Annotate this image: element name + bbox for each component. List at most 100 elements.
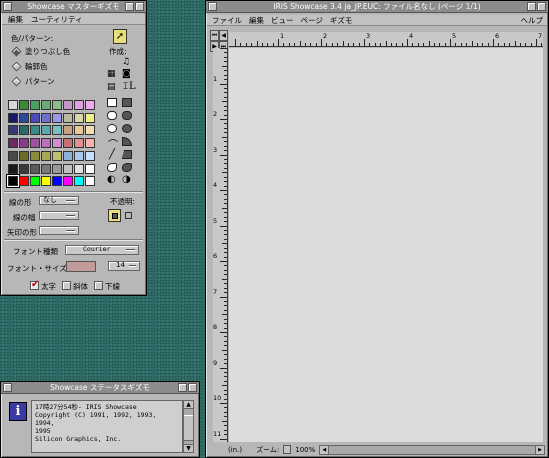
maximize-button[interactable] (135, 2, 144, 11)
polygon-filled-tool[interactable] (122, 150, 132, 159)
status-scrollbar[interactable]: ▲ ▼ (183, 400, 194, 453)
color-swatch[interactable] (8, 112, 18, 123)
arrow-select-tool[interactable]: ➚ (113, 29, 127, 44)
color-swatch[interactable] (74, 100, 84, 110)
color-swatch[interactable] (8, 100, 18, 110)
camera-tool-icon[interactable]: ◙ (122, 69, 131, 79)
color-swatch[interactable] (8, 125, 18, 136)
window-menu-button[interactable] (3, 383, 12, 392)
menu-utility[interactable]: ユーティリティ (31, 14, 83, 25)
minimize-button[interactable] (125, 2, 134, 11)
color-swatch[interactable] (85, 163, 95, 174)
color-swatch[interactable] (63, 150, 73, 161)
prev-page-icon[interactable]: ◀ (219, 30, 228, 41)
freeform-filled-tool[interactable] (122, 163, 132, 172)
freeform-tool[interactable] (107, 163, 117, 172)
color-swatch[interactable] (85, 125, 95, 136)
color-swatch[interactable] (63, 112, 73, 123)
scroll-thumb[interactable] (184, 415, 193, 441)
color-swatch[interactable] (74, 138, 84, 149)
color-swatch[interactable] (30, 100, 40, 110)
spline-filled-tool-icon[interactable]: ◑ (122, 174, 131, 185)
border-color-option[interactable]: 輪郭色 (11, 61, 48, 72)
italic-checkbox[interactable] (62, 281, 71, 290)
color-swatch[interactable] (52, 163, 62, 174)
pattern-option[interactable]: パターン (11, 76, 55, 87)
color-swatch[interactable] (30, 112, 40, 123)
scroll-right-arrow-icon[interactable]: ▶ (535, 445, 544, 454)
menu-edit[interactable]: 編集 (8, 14, 23, 25)
selected-color-swatch[interactable] (7, 175, 19, 188)
color-swatch[interactable] (52, 138, 62, 149)
color-swatch[interactable] (41, 176, 51, 187)
color-swatch[interactable] (52, 125, 62, 136)
color-swatch[interactable] (85, 176, 95, 187)
minimize-button[interactable] (178, 383, 187, 392)
main-titlebar[interactable]: IRIS Showcase 3.4 ja_JP.EUC: ファイル名なし (ペー… (206, 1, 548, 13)
text-tool-icon[interactable]: 𝙸L (122, 81, 136, 92)
color-swatch[interactable] (41, 163, 51, 174)
color-swatch[interactable] (74, 163, 84, 174)
color-swatch[interactable] (52, 176, 62, 187)
arrow-style-dropdown[interactable] (39, 226, 79, 235)
color-swatch[interactable] (74, 112, 84, 123)
horizontal-scrollbar[interactable]: ◀ ▶ (319, 444, 545, 455)
color-swatch[interactable] (30, 150, 40, 161)
maximize-button[interactable] (188, 383, 197, 392)
color-swatch[interactable] (63, 138, 73, 149)
menu-file[interactable]: ファイル (212, 15, 242, 26)
color-swatch[interactable] (85, 150, 95, 161)
spline-tool-icon[interactable]: ◐ (107, 174, 116, 185)
underline-checkbox[interactable] (94, 281, 103, 290)
color-swatch[interactable] (74, 176, 84, 187)
color-swatch[interactable] (74, 150, 84, 161)
color-swatch[interactable] (30, 125, 40, 136)
color-swatch[interactable] (19, 125, 29, 136)
menu-view[interactable]: ビュー (271, 15, 294, 26)
color-swatch[interactable] (41, 125, 51, 136)
rect-filled-tool[interactable] (122, 98, 132, 107)
color-swatch[interactable] (30, 176, 40, 187)
color-swatch[interactable] (8, 138, 18, 149)
line-style-dropdown[interactable]: なし (39, 196, 79, 205)
color-swatch[interactable] (85, 100, 95, 110)
menu-help[interactable]: ヘルプ (521, 15, 544, 26)
color-swatch[interactable] (41, 138, 51, 149)
font-size-color-field[interactable] (66, 261, 96, 272)
color-swatch[interactable] (52, 150, 62, 161)
fill-color-option[interactable]: 塗りつぶし色 (11, 46, 70, 57)
color-swatch[interactable] (63, 176, 73, 187)
first-page-icon[interactable]: ⏮ (210, 30, 219, 41)
color-swatch[interactable] (52, 112, 62, 123)
font-type-dropdown[interactable]: Courier (65, 245, 139, 255)
minimize-button[interactable] (527, 2, 536, 11)
line-width-dropdown[interactable] (39, 211, 79, 220)
color-swatch[interactable] (41, 150, 51, 161)
arc-filled-tool[interactable] (122, 137, 132, 146)
canvas-page[interactable] (229, 48, 543, 442)
scroll-up-arrow-icon[interactable]: ▲ (184, 401, 193, 409)
rounded-rect-filled-tool[interactable] (122, 111, 132, 120)
color-swatch[interactable] (19, 138, 29, 149)
color-swatch[interactable] (30, 163, 40, 174)
rounded-rect-tool[interactable] (107, 111, 117, 120)
color-swatch[interactable] (30, 138, 40, 149)
freehand-icon[interactable]: ♫ (122, 57, 130, 67)
color-swatch[interactable] (41, 100, 51, 110)
color-swatch[interactable] (63, 125, 73, 136)
ellipse-filled-tool[interactable] (122, 124, 132, 133)
color-swatch[interactable] (19, 112, 29, 123)
color-swatch[interactable] (85, 138, 95, 149)
menu-edit[interactable]: 編集 (249, 15, 264, 26)
scroll-down-arrow-icon[interactable]: ▼ (184, 444, 193, 452)
color-swatch[interactable] (63, 163, 73, 174)
transparent-toggle[interactable] (123, 210, 134, 221)
color-swatch[interactable] (74, 125, 84, 136)
color-swatch[interactable] (19, 100, 29, 110)
color-swatch[interactable] (85, 112, 95, 123)
window-menu-button[interactable] (3, 2, 12, 11)
color-swatch[interactable] (63, 100, 73, 110)
color-swatch[interactable] (19, 163, 29, 174)
ellipse-tool[interactable] (107, 124, 117, 133)
zoom-value[interactable]: 100% (295, 446, 315, 454)
